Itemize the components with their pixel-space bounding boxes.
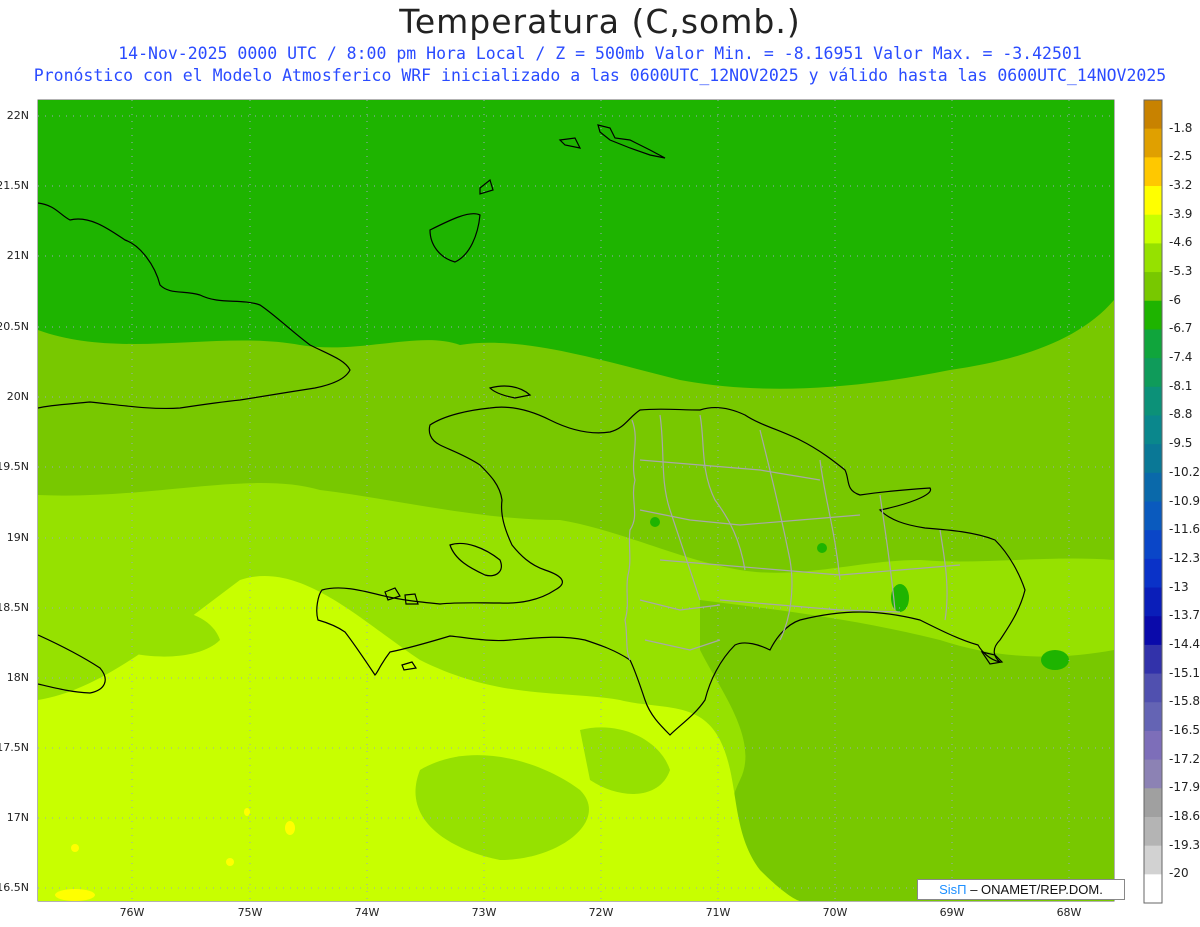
temperature-map — [37, 99, 1163, 904]
lon-label: 70W — [822, 906, 848, 919]
colorbar-swatch — [1144, 329, 1162, 359]
colorbar-swatch — [1144, 702, 1162, 732]
field-warm-spot-3 — [226, 858, 234, 866]
credit-brand: SisΠ — [939, 882, 967, 897]
colorbar-tick-label: -18.6 — [1169, 808, 1200, 823]
colorbar-tick-label: -10.2 — [1169, 464, 1200, 479]
colorbar-swatch — [1144, 243, 1162, 273]
colorbar-swatch — [1144, 186, 1162, 216]
colorbar-swatch — [1144, 415, 1162, 445]
colorbar-swatch — [1144, 788, 1162, 818]
lon-label: 72W — [588, 906, 614, 919]
colorbar-tick-label: -7.4 — [1169, 350, 1193, 365]
colorbar-swatch — [1144, 100, 1162, 130]
colorbar-swatch — [1144, 214, 1162, 244]
lat-label: 20.5N — [0, 320, 29, 333]
lat-label: 20N — [6, 390, 29, 403]
colorbar-tick-label: -6 — [1169, 292, 1181, 307]
field-spot-2 — [1041, 650, 1069, 670]
colorbar-tick-label: -19.3 — [1169, 837, 1200, 852]
field-warm-spot-5 — [71, 844, 79, 852]
lat-label: 17N — [6, 811, 29, 824]
colorbar-tick-label: -15.1 — [1169, 665, 1200, 680]
colorbar-tick-label: -20 — [1169, 866, 1189, 881]
colorbar-swatch — [1144, 644, 1162, 675]
lat-label: 16.5N — [0, 881, 29, 894]
colorbar-tick-label: -12.3 — [1169, 550, 1200, 565]
colorbar-swatch — [1144, 444, 1162, 474]
lat-label: 19.5N — [0, 460, 29, 473]
colorbar-tick-label: -5.3 — [1169, 264, 1193, 279]
colorbar-swatch — [1144, 616, 1162, 646]
colorbar-tick-label: -3.2 — [1169, 178, 1193, 193]
colorbar-swatch — [1144, 157, 1162, 187]
lat-label: 22N — [6, 109, 29, 122]
colorbar-tick-label: -8.1 — [1169, 378, 1193, 393]
lat-label: 18N — [6, 671, 29, 684]
lat-label: 17.5N — [0, 741, 29, 754]
colorbar-tick-label: -2.5 — [1169, 149, 1193, 164]
colorbar-tick-label: -6.7 — [1169, 321, 1193, 336]
colorbar-tick-label: -13.7 — [1169, 608, 1200, 623]
colorbar-swatch — [1144, 530, 1162, 560]
lat-label: 21N — [6, 249, 29, 262]
colorbar-tick-label: -17.9 — [1169, 780, 1200, 795]
field-spot-4 — [650, 517, 660, 527]
colorbar-swatch — [1144, 845, 1162, 875]
colorbar-swatch — [1144, 558, 1162, 589]
credit-box: SisΠ – ONAMET/REP.DOM. — [917, 879, 1125, 900]
colorbar-swatch — [1144, 759, 1162, 789]
lat-label: 19N — [6, 531, 29, 544]
colorbar-tick-label: -17.2 — [1169, 751, 1200, 766]
colorbar-tick-label: -11.6 — [1169, 522, 1200, 537]
lon-label: 74W — [354, 906, 380, 919]
field-warm-spot-2 — [244, 808, 250, 816]
lat-label: 18.5N — [0, 601, 29, 614]
field-spot-3 — [817, 543, 827, 553]
colorbar-swatch — [1144, 272, 1162, 302]
lon-label: 75W — [237, 906, 263, 919]
field-warm-spot-4 — [55, 889, 95, 901]
credit-text: – ONAMET/REP.DOM. — [970, 882, 1103, 897]
lon-label: 76W — [119, 906, 145, 919]
colorbar-tick-label: -13 — [1169, 579, 1189, 594]
field-warm-spot-1 — [285, 821, 295, 835]
colorbar-tick-label: -1.8 — [1169, 120, 1193, 135]
colorbar-swatch — [1144, 386, 1162, 416]
colorbar-tick-label: -8.8 — [1169, 407, 1193, 422]
colorbar-swatch — [1144, 816, 1162, 847]
colorbar-tick-label: -3.9 — [1169, 206, 1193, 221]
colorbar-swatch — [1144, 501, 1162, 531]
colorbar-swatch — [1144, 673, 1162, 703]
colorbar-swatch — [1144, 358, 1162, 388]
colorbar-swatch — [1144, 587, 1162, 617]
colorbar-swatch — [1144, 730, 1162, 761]
colorbar-tick-label: -9.5 — [1169, 436, 1193, 451]
lon-label: 71W — [705, 906, 731, 919]
colorbar-swatch — [1144, 300, 1162, 330]
colorbar-swatch — [1144, 472, 1162, 502]
temperature-fields — [38, 100, 1114, 901]
colorbar-tick-label: -15.8 — [1169, 694, 1200, 709]
colorbar-tick-label: -16.5 — [1169, 722, 1200, 737]
lon-label: 69W — [939, 906, 965, 919]
lat-label: 21.5N — [0, 179, 29, 192]
colorbar-swatch — [1144, 874, 1162, 903]
colorbar — [1144, 100, 1162, 903]
colorbar-tick-label: -14.4 — [1169, 636, 1200, 651]
colorbar-swatch — [1144, 128, 1162, 158]
lon-label: 68W — [1056, 906, 1082, 919]
colorbar-tick-label: -10.9 — [1169, 493, 1200, 508]
lon-label: 73W — [471, 906, 497, 919]
colorbar-tick-label: -4.6 — [1169, 235, 1193, 250]
